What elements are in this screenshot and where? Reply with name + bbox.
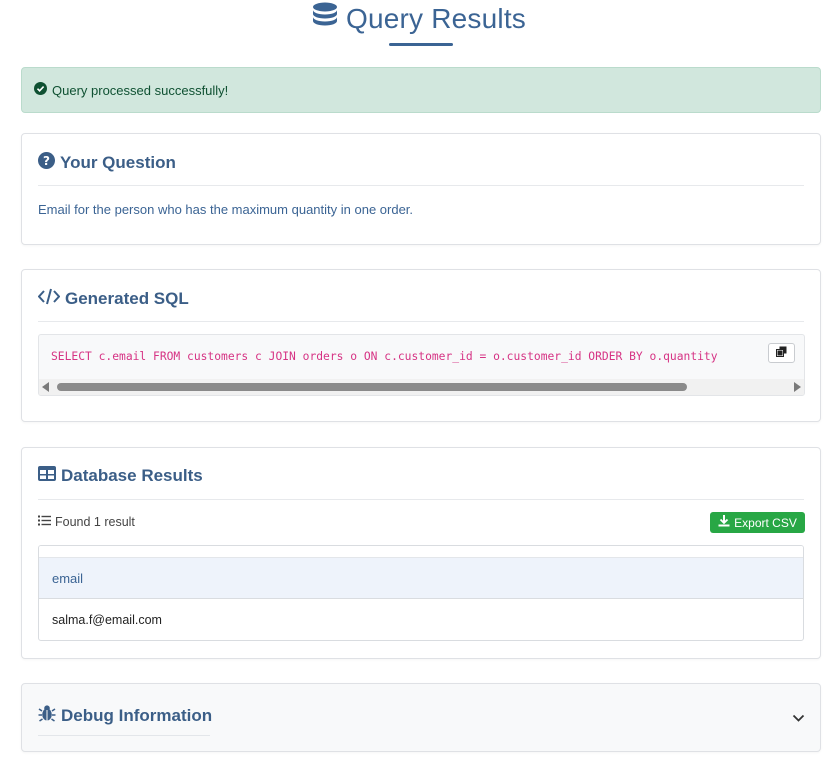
question-circle-icon: ? [38,152,55,174]
results-card: Database Results Found 1 result Export C… [21,447,821,659]
success-alert: Query processed successfully! [21,67,821,113]
export-csv-label: Export CSV [734,515,797,530]
results-count-text: Found 1 result [55,515,135,529]
divider [38,185,804,186]
debug-card[interactable]: Debug Information [21,683,821,752]
debug-card-title[interactable]: Debug Information [38,704,212,727]
page-header: Query Results [0,0,838,50]
results-table: email salma.f@email.com [38,545,804,641]
alert-message: Query processed successfully! [52,82,229,98]
scroll-thumb[interactable] [57,383,687,391]
results-count: Found 1 result [38,515,135,529]
question-title: Your Question [60,153,176,172]
table-icon [38,466,56,486]
bug-icon [38,704,56,727]
page-title: Query Results [346,2,526,34]
column-header-email: email [52,570,84,586]
sql-code-block: SELECT c.email FROM customers c JOIN ord… [38,334,805,396]
sql-card: Generated SQL SELECT c.email FROM custom… [21,269,821,422]
horizontal-scrollbar[interactable] [39,379,804,395]
divider [38,321,804,322]
results-card-title: Database Results [38,466,203,486]
table-top [39,546,803,558]
title-underline [389,43,453,46]
sql-title: Generated SQL [65,289,189,308]
copy-button[interactable] [768,343,795,363]
table-cell: salma.f@email.com [52,612,162,627]
list-icon [38,515,51,529]
copy-icon [776,344,787,362]
database-icon [312,2,338,35]
scroll-left-arrow-icon[interactable] [42,382,49,392]
svg-text:?: ? [43,154,50,168]
export-csv-button[interactable]: Export CSV [710,512,805,533]
divider [38,735,210,736]
debug-title[interactable]: Debug Information [61,706,212,726]
divider [38,499,804,500]
chevron-down-icon[interactable] [792,710,805,728]
table-header: email [39,558,803,599]
table-row: salma.f@email.com [39,599,803,640]
question-card-title: ? Your Question [38,152,176,174]
code-icon [37,288,61,310]
results-title: Database Results [61,466,203,485]
sql-query: SELECT c.email FROM customers c JOIN ord… [51,350,718,363]
check-circle-icon [34,82,47,98]
scroll-right-arrow-icon[interactable] [794,382,801,392]
question-text: Email for the person who has the maximum… [38,202,414,217]
download-icon [718,515,730,530]
question-card: ? Your Question Email for the person who… [21,133,821,245]
sql-card-title: Generated SQL [37,288,189,310]
